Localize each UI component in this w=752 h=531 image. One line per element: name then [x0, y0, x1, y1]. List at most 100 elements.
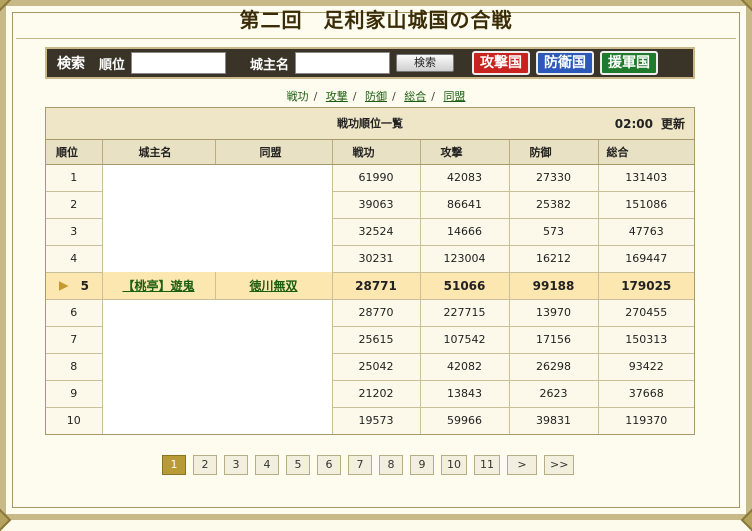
attack-cell: 107542 — [420, 326, 510, 354]
alliance-cell — [215, 326, 333, 353]
subnav-defense[interactable]: 防御 — [365, 90, 387, 103]
search-bar: 検索 順位 城主名 検索 攻撃国 防衛国 援軍国 — [45, 47, 695, 79]
table-header-row: 順位 城主名 同盟 戦功 攻撃 防御 総合 — [46, 140, 694, 165]
rank-value: 5 — [80, 278, 89, 293]
rank-value: 9 — [70, 387, 78, 400]
total-cell: 37668 — [598, 380, 694, 408]
ranking-subnav: 戦功 / 攻撃 / 防御 / 総合 / 同盟 — [286, 90, 466, 103]
rank-cell: 10 — [46, 407, 103, 434]
subnav-alliance[interactable]: 同盟 — [443, 90, 465, 103]
total-cell: 131403 — [598, 164, 694, 192]
attack-cell: 123004 — [420, 245, 510, 273]
page-4-button[interactable]: 4 — [255, 455, 279, 475]
page-3-button[interactable]: 3 — [224, 455, 248, 475]
total-cell: 169447 — [598, 245, 694, 273]
attack-cell: 86641 — [420, 191, 510, 219]
table-row: 10 19573 59966 39831 119370 — [46, 407, 694, 434]
lord-cell — [102, 191, 215, 218]
alliance-cell — [215, 407, 333, 434]
page-1-button[interactable]: 1 — [162, 455, 186, 475]
col-alliance: 同盟 — [215, 140, 333, 165]
attack-cell: 51066 — [420, 272, 510, 300]
merit-cell: 19573 — [332, 407, 421, 434]
merit-cell: 25615 — [332, 326, 421, 354]
total-cell: 150313 — [598, 326, 694, 354]
attack-cell: 42082 — [420, 353, 510, 381]
col-total: 総合 — [598, 140, 694, 165]
lord-link[interactable]: 【桃亭】遊鬼 — [122, 279, 194, 293]
table-row: 2 39063 86641 25382 151086 — [46, 191, 694, 219]
defense-cell: 573 — [509, 218, 599, 246]
rank-cell: 7 — [46, 326, 103, 354]
rank-value: 2 — [70, 198, 78, 211]
rank-value: 4 — [70, 252, 78, 265]
attack-cell: 59966 — [420, 407, 510, 434]
attack-cell: 13843 — [420, 380, 510, 408]
lord-cell — [102, 407, 215, 434]
table-row: 6 28770 227715 13970 270455 — [46, 299, 694, 327]
rank-value: 7 — [70, 333, 78, 346]
lord-cell — [102, 353, 215, 380]
defense-cell: 99188 — [509, 272, 599, 300]
attack-country-tab[interactable]: 攻撃国 — [472, 51, 531, 75]
rank-cell: 3 — [46, 218, 103, 246]
alliance-cell — [215, 164, 333, 191]
lord-cell — [102, 218, 215, 245]
table-caption-bar: 戦功順位一覧 02:00 更新 — [46, 108, 694, 140]
alliance-link[interactable]: 徳川無双 — [249, 279, 297, 293]
update-time: 02:00 更新 — [615, 108, 685, 140]
defense-cell: 16212 — [509, 245, 599, 273]
total-cell: 93422 — [598, 353, 694, 381]
page-6-button[interactable]: 6 — [317, 455, 341, 475]
rank-input[interactable] — [131, 52, 227, 74]
subnav-merit[interactable]: 戦功 — [287, 90, 309, 103]
current-row-arrow-icon — [58, 281, 69, 291]
defense-cell: 25382 — [509, 191, 599, 219]
alliance-cell — [215, 245, 333, 272]
defense-cell: 13970 — [509, 299, 599, 327]
page-11-button[interactable]: 11 — [474, 455, 500, 475]
title-divider — [16, 38, 736, 39]
lord-cell — [102, 326, 215, 353]
alliance-cell — [215, 218, 333, 245]
rank-value: 6 — [70, 306, 78, 319]
subnav-total[interactable]: 総合 — [404, 90, 426, 103]
table-row: 1 61990 42083 27330 131403 — [46, 164, 694, 192]
rank-cell: 8 — [46, 353, 103, 381]
rank-value: 8 — [70, 360, 78, 373]
defense-cell: 26298 — [509, 353, 599, 381]
total-cell: 47763 — [598, 218, 694, 246]
page-title: 第二回 足利家山城国の合戦 — [239, 8, 513, 32]
next-page-button[interactable]: > — [507, 455, 537, 475]
alliance-cell — [215, 191, 333, 218]
alliance-cell: 徳川無双 — [215, 272, 333, 300]
lord-cell — [102, 380, 215, 407]
update-link[interactable]: 更新 — [661, 117, 685, 131]
page-5-button[interactable]: 5 — [286, 455, 310, 475]
last-page-button[interactable]: >> — [544, 455, 575, 475]
search-label: 検索 — [57, 56, 85, 72]
page-8-button[interactable]: 8 — [379, 455, 403, 475]
page-9-button[interactable]: 9 — [410, 455, 434, 475]
table-row: 7 25615 107542 17156 150313 — [46, 326, 694, 354]
pagination: 1 2 3 4 5 6 7 8 9 10 11 > >> — [162, 455, 575, 475]
merit-cell: 28770 — [332, 299, 421, 327]
subnav-attack[interactable]: 攻撃 — [326, 90, 348, 103]
col-merit: 戦功 — [332, 140, 421, 165]
defense-cell: 39831 — [509, 407, 599, 434]
defense-country-tab[interactable]: 防衛国 — [536, 51, 595, 75]
rank-cell: 1 — [46, 164, 103, 192]
merit-cell: 25042 — [332, 353, 421, 381]
page-7-button[interactable]: 7 — [348, 455, 372, 475]
page-2-button[interactable]: 2 — [193, 455, 217, 475]
page-10-button[interactable]: 10 — [441, 455, 467, 475]
lord-cell — [102, 164, 215, 191]
lord-cell — [102, 245, 215, 272]
rank-value: 1 — [70, 171, 78, 184]
support-country-tab[interactable]: 援軍国 — [600, 51, 659, 75]
time-value: 02:00 — [614, 117, 653, 131]
attack-cell: 227715 — [420, 299, 510, 327]
lord-name-input[interactable] — [295, 52, 391, 74]
table-row: 3 32524 14666 573 47763 — [46, 218, 694, 246]
search-button[interactable]: 検索 — [396, 54, 455, 72]
